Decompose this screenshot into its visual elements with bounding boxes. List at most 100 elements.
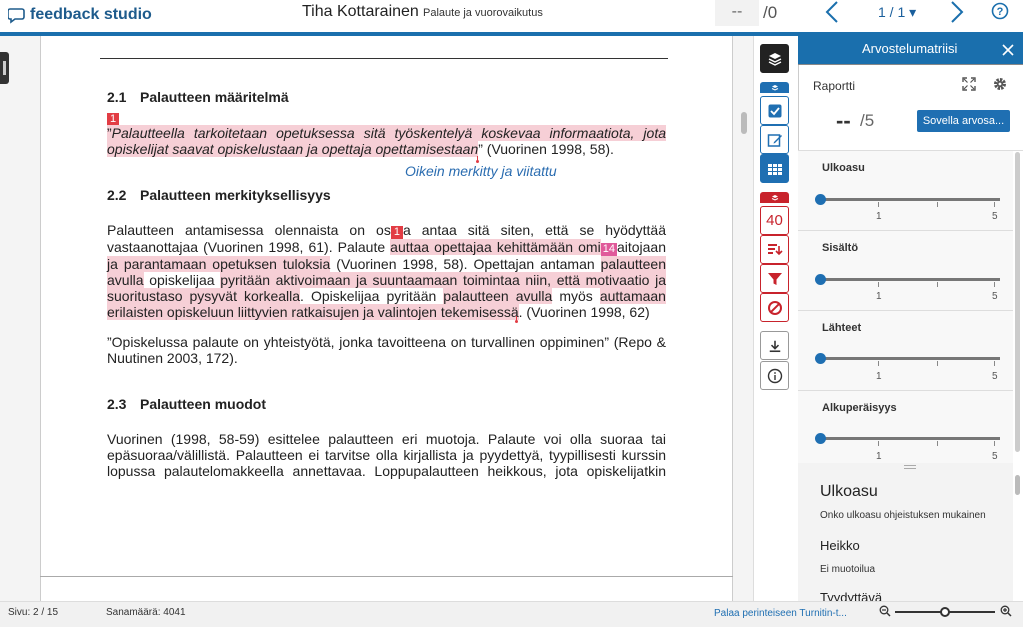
criterion-slider-track[interactable]: [820, 437, 1000, 440]
close-icon[interactable]: [1000, 42, 1016, 58]
slider-tick: [878, 441, 879, 446]
slider-tick: [994, 282, 995, 287]
logo-text: feedback studio: [30, 6, 152, 23]
paper-selector[interactable]: 1 / 1 ▾: [878, 4, 916, 21]
app-logo[interactable]: feedback studio: [8, 4, 152, 26]
header-score-input[interactable]: --: [715, 0, 759, 26]
panel-header-divider: [798, 64, 1023, 65]
document-scrollbar[interactable]: [741, 112, 747, 134]
criterion-title: Lähteet: [822, 322, 862, 334]
slider-tick: [937, 441, 938, 446]
help-icon[interactable]: ?: [991, 2, 1009, 20]
info-icon: [767, 368, 782, 383]
similarity-score-button[interactable]: 40: [760, 206, 789, 235]
inline-comment[interactable]: Oikein merkitty ja viitattu: [405, 163, 557, 179]
criterion-slider-track[interactable]: [820, 198, 1000, 201]
zoom-in-icon[interactable]: [1000, 605, 1012, 617]
paragraph-2[interactable]: Palautteen antamisessa olennaista on os 1…: [107, 222, 666, 320]
zoom-out-icon[interactable]: [879, 605, 891, 617]
paragraph-4[interactable]: Vuorinen (1998, 58-59) esittelee palautt…: [107, 431, 666, 479]
apply-grade-button[interactable]: Sovella arvosa...: [917, 110, 1010, 132]
criterion-title: Alkuperäisyys: [822, 402, 897, 414]
slider-max-label: 5: [992, 371, 998, 382]
rubric-panel-title: Arvostelumatriisi: [862, 41, 958, 56]
resize-handle[interactable]: [904, 465, 916, 469]
edit-icon: [767, 133, 782, 147]
match-overview-button[interactable]: [760, 235, 789, 264]
page-top-rule: [100, 58, 668, 59]
slider-min-label: 1: [876, 291, 882, 302]
similarity-layer-head[interactable]: [760, 192, 789, 203]
download-icon: [769, 340, 780, 352]
criterion-slider-knob[interactable]: [815, 353, 826, 364]
comment-anchor[interactable]: [515, 320, 518, 323]
section-heading-2-2: 2.2 Palautteen merkityksellisyys: [107, 187, 331, 203]
rubric-score-value: --: [836, 108, 851, 133]
info-button[interactable]: [760, 361, 789, 390]
next-paper-icon[interactable]: [948, 0, 966, 24]
criterion-slider-knob[interactable]: [815, 274, 826, 285]
svg-text:?: ?: [997, 6, 1004, 18]
slider-max-label: 5: [992, 211, 998, 222]
assignment-title: Palaute ja vuorovaikutus: [423, 7, 543, 19]
feedback-studio-logo-icon: [8, 8, 25, 24]
slider-tick: [878, 202, 879, 207]
criterion-slider-track[interactable]: [820, 278, 1000, 281]
student-name: Tiha Kottarainen: [302, 3, 419, 20]
slider-tick: [878, 282, 879, 287]
layers-icon: [771, 84, 778, 91]
criterion-slider-track[interactable]: [820, 357, 1000, 360]
detail-scrollbar[interactable]: [1015, 475, 1020, 495]
layers-icon: [771, 194, 778, 201]
slider-tick: [937, 361, 938, 366]
block-icon: [767, 300, 782, 315]
criterion-title: Sisältö: [822, 242, 859, 254]
criterion-slider-knob[interactable]: [815, 433, 826, 444]
exclude-button[interactable]: [760, 293, 789, 322]
filter-icon: [767, 272, 782, 285]
page-bottom-rule: [40, 576, 733, 577]
checkbox-icon: [768, 104, 781, 117]
filter-button[interactable]: [760, 264, 789, 293]
app-header: feedback studio Tiha Kottarainen Palaute…: [0, 0, 1023, 32]
criterion-title: Ulkoasu: [822, 162, 865, 174]
section-heading-2-3: 2.3 Palautteen muodot: [107, 396, 267, 412]
gear-icon[interactable]: [992, 76, 1008, 92]
level-description: Ei muotoilua: [820, 564, 876, 575]
word-count: Sanamäärä: 4041: [106, 607, 186, 618]
highlight-marker[interactable]: 14: [600, 243, 617, 256]
similarity-score: 40: [766, 212, 783, 229]
slider-tick: [994, 202, 995, 207]
side-drawer-tab[interactable]: [0, 52, 9, 84]
slider-min-label: 1: [876, 451, 882, 462]
panel-scrollbar[interactable]: [1015, 152, 1020, 452]
slider-tick: [878, 361, 879, 366]
marker-1[interactable]: 1: [107, 109, 666, 126]
page-indicator: Sivu: 2 / 15: [8, 607, 59, 618]
layers-button[interactable]: [760, 44, 789, 73]
paragraph-3[interactable]: ”Opiskelussa palaute on yhteistyötä, jon…: [107, 334, 666, 366]
slider-min-label: 1: [876, 371, 882, 382]
slider-tick: [994, 441, 995, 446]
criterion-slider-knob[interactable]: [815, 194, 826, 205]
quickmark-marker[interactable]: 1: [390, 226, 403, 239]
rubric-score-total: /5: [860, 111, 875, 130]
paragraph-quote[interactable]: ”Palautteella tarkoitetaan opetuksessa s…: [107, 125, 666, 157]
quickmark-button[interactable]: [760, 96, 789, 125]
feedback-summary-button[interactable]: [760, 125, 789, 154]
level-title: Tyydyttävä: [820, 590, 883, 601]
grading-layer-head[interactable]: [760, 82, 789, 93]
slider-min-label: 1: [876, 211, 882, 222]
slider-tick: [937, 282, 938, 287]
report-label: Raportti: [813, 79, 856, 93]
section-heading-2-1: 2.1 Palautteen määritelmä: [107, 89, 289, 105]
download-button[interactable]: [760, 331, 789, 360]
classic-view-link[interactable]: Palaa perinteiseen Turnitin-t...: [714, 608, 847, 619]
previous-paper-icon[interactable]: [823, 0, 841, 24]
layers-icon: [768, 52, 781, 66]
zoom-slider-knob[interactable]: [940, 607, 950, 617]
expand-icon[interactable]: [962, 77, 976, 91]
rubric-button[interactable]: [760, 154, 789, 183]
download-list-icon: [767, 243, 783, 255]
slider-max-label: 5: [992, 291, 998, 302]
